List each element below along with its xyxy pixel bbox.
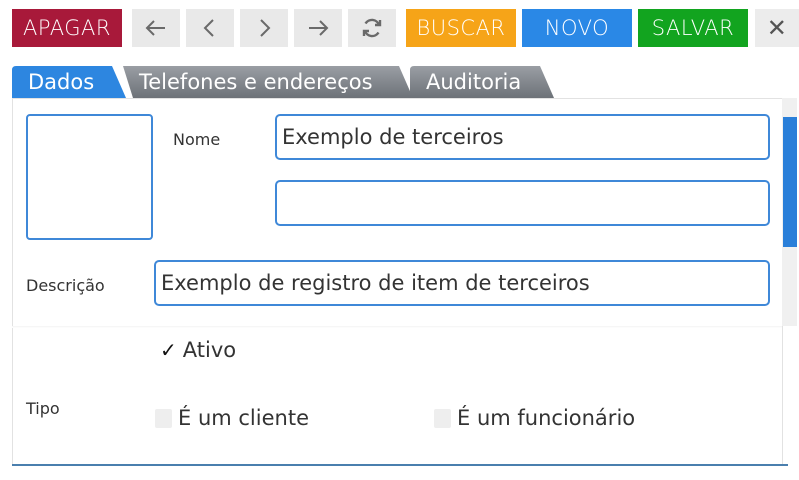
search-button[interactable]: BUSCAR xyxy=(406,9,516,47)
scrollbar-thumb[interactable] xyxy=(783,117,797,247)
cliente-label: É um cliente xyxy=(178,406,309,430)
close-icon: ✕ xyxy=(766,14,788,42)
descricao-field[interactable] xyxy=(154,260,770,306)
cliente-checkbox[interactable]: É um cliente xyxy=(155,406,309,430)
checkbox-box-icon xyxy=(434,408,451,428)
refresh-button[interactable] xyxy=(348,9,396,47)
ativo-checkbox[interactable]: ✓ Ativo xyxy=(160,338,236,362)
nome-label: Nome xyxy=(173,130,221,149)
previous-button[interactable] xyxy=(186,9,234,47)
panel-right-border xyxy=(782,326,783,464)
tipo-label: Tipo xyxy=(26,399,60,418)
refresh-icon xyxy=(362,18,382,38)
tab-telefones-enderecos[interactable]: Telefones e endereços xyxy=(123,66,413,98)
panel-fold-shadow xyxy=(12,326,782,328)
checkmark-icon: ✓ xyxy=(160,338,177,362)
photo-placeholder[interactable] xyxy=(26,114,153,240)
arrow-left-icon xyxy=(145,20,165,36)
nome-field[interactable] xyxy=(275,114,770,160)
tab-auditoria[interactable]: Auditoria xyxy=(410,66,554,98)
close-button[interactable]: ✕ xyxy=(755,9,799,47)
chevron-right-icon xyxy=(260,19,271,37)
funcionario-label: É um funcionário xyxy=(457,406,636,430)
forward-button[interactable] xyxy=(294,9,342,47)
ativo-label: Ativo xyxy=(182,338,237,362)
arrow-right-icon xyxy=(309,20,329,36)
panel-bottom-border xyxy=(12,464,788,466)
new-button[interactable]: NOVO xyxy=(522,9,632,47)
funcionario-checkbox[interactable]: É um funcionário xyxy=(434,406,635,430)
tab-auditoria-label: Auditoria xyxy=(426,70,522,94)
chevron-left-icon xyxy=(203,19,214,37)
descricao-label: Descrição xyxy=(26,276,105,295)
save-button[interactable]: SALVAR xyxy=(638,9,748,47)
tab-dados-label: Dados xyxy=(28,70,95,94)
tab-dados[interactable]: Dados xyxy=(12,66,126,98)
back-button[interactable] xyxy=(132,9,180,47)
next-button[interactable] xyxy=(240,9,288,47)
tab-telefones-label: Telefones e endereços xyxy=(139,70,373,94)
checkbox-box-icon xyxy=(155,408,172,428)
nome-secondary-field[interactable] xyxy=(275,180,770,226)
delete-button[interactable]: APAGAR xyxy=(12,9,122,47)
